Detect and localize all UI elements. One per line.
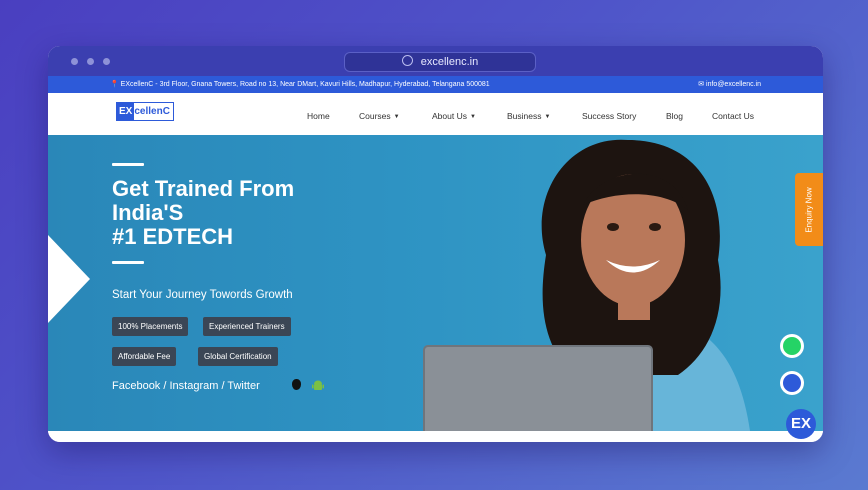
browser-chrome: excellenc.in — [48, 46, 823, 76]
feature-chip: Experienced Trainers — [203, 317, 291, 336]
feature-chip: Affordable Fee — [112, 347, 177, 366]
nav-blog[interactable]: Blog — [666, 93, 683, 135]
page-bottom — [48, 431, 823, 442]
address-text: 📍 EXcellenC - 3rd Floor, Gnana Towers, R… — [110, 81, 490, 88]
enquiry-now-button[interactable]: Enquiry Now — [795, 173, 823, 246]
address-bar[interactable]: excellenc.in — [344, 52, 536, 72]
nav-business[interactable]: Business ▼ — [507, 93, 550, 135]
slider-arrow-shape — [48, 235, 90, 323]
window-dot[interactable] — [71, 58, 78, 65]
caret-down-icon: ▼ — [469, 114, 476, 120]
browser-window: excellenc.in 📍 EXcellenC - 3rd Floor, Gn… — [48, 46, 823, 442]
main-nav: EX cellenC Home Courses ▼ About Us ▼ Busine… — [48, 93, 823, 136]
nav-contact-us[interactable]: Contact Us — [712, 93, 754, 135]
caret-down-icon: ▼ — [393, 114, 400, 120]
accent-rule — [112, 261, 144, 264]
whatsapp-icon — [783, 337, 801, 355]
laptop-image — [423, 345, 653, 431]
nav-success-story[interactable]: Success Story — [582, 93, 636, 135]
hero-banner: Get Trained From India'S #1 EDTECH Start… — [48, 135, 823, 431]
hero-headline: Get Trained From India'S #1 EDTECH — [112, 176, 295, 249]
globe-icon — [401, 55, 413, 66]
whatsapp-button[interactable] — [780, 334, 804, 358]
hero-tagline: Start Your Journey Towords Growth — [112, 289, 293, 301]
feature-chip: 100% Placements — [112, 317, 189, 336]
phone-icon — [783, 374, 801, 392]
window-dot[interactable] — [103, 58, 110, 65]
call-button[interactable] — [780, 371, 804, 395]
email-link[interactable]: ✉ info@excellenc.in — [698, 76, 761, 93]
apple-icon[interactable] — [292, 379, 301, 390]
contact-topbar: 📍 EXcellenC - 3rd Floor, Gnana Towers, R… — [48, 76, 823, 93]
caret-down-icon: ▼ — [544, 114, 551, 120]
nav-home[interactable]: Home — [307, 93, 330, 135]
nav-about-us[interactable]: About Us ▼ — [432, 93, 476, 135]
social-links[interactable]: Facebook / Instagram / Twitter — [112, 380, 260, 392]
window-dot[interactable] — [87, 58, 94, 65]
site-logo[interactable]: EX cellenC — [116, 102, 174, 121]
chat-badge[interactable]: EX — [786, 409, 816, 439]
android-icon[interactable] — [312, 380, 324, 392]
url-text: excellenc.in — [420, 56, 479, 68]
nav-courses[interactable]: Courses ▼ — [359, 93, 400, 135]
feature-chip: Global Certification — [198, 347, 278, 366]
accent-rule — [112, 163, 144, 166]
